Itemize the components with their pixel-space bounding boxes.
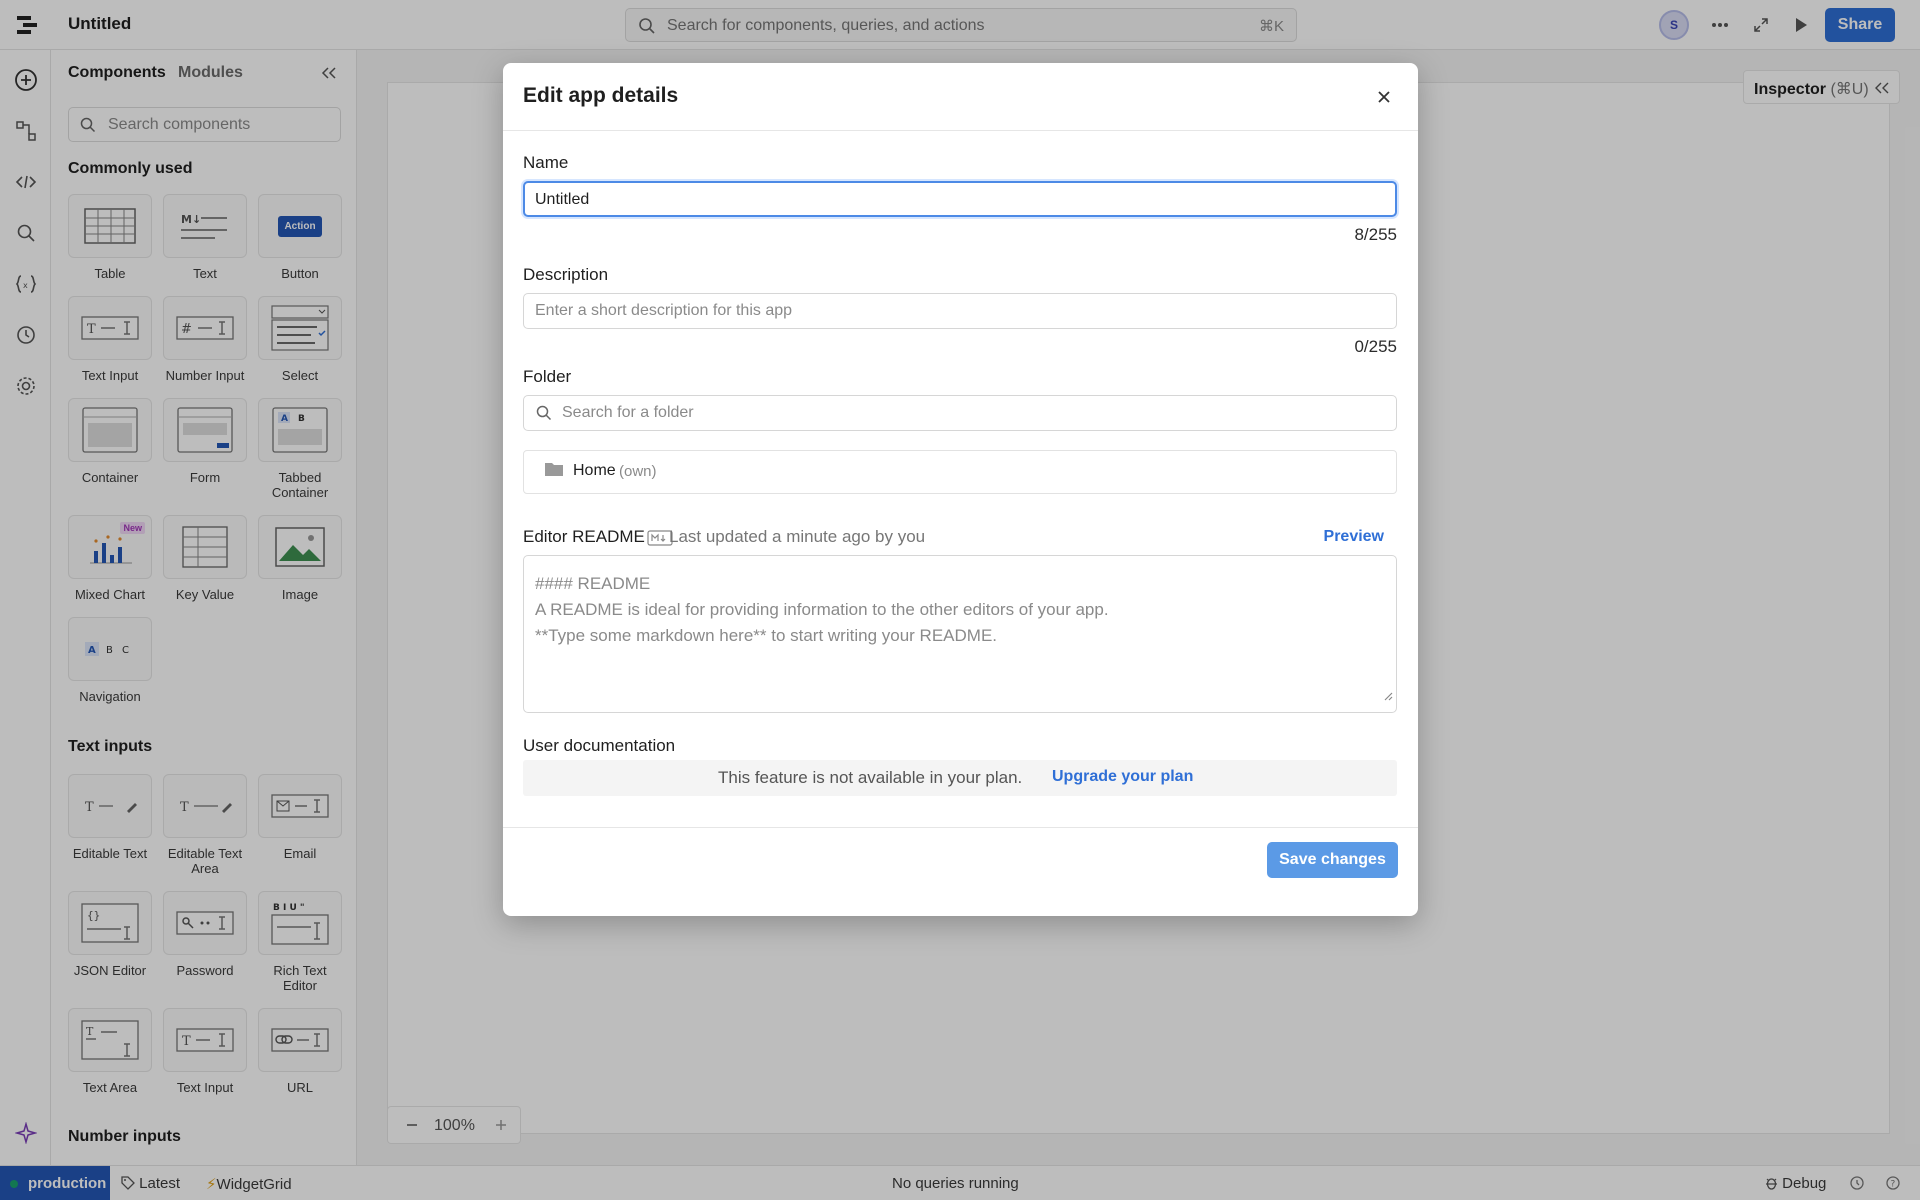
modal-header: Edit app details (503, 63, 1418, 131)
readme-placeholder-line: **Type some markdown here** to start wri… (535, 626, 998, 645)
modal-title: Edit app details (523, 84, 679, 107)
edit-app-details-modal: Edit app details Name Untitled 8/255 Des… (503, 63, 1418, 916)
close-icon[interactable] (1372, 85, 1396, 109)
name-label: Name (523, 153, 569, 172)
readme-textarea[interactable]: #### README A README is ideal for provid… (523, 555, 1397, 713)
plan-notice: This feature is not available in your pl… (523, 760, 1397, 796)
modal-footer: Save changes (503, 827, 1418, 916)
folder-search-placeholder: Search for a folder (562, 404, 694, 421)
folder-icon (544, 461, 564, 482)
description-input[interactable]: Enter a short description for this app (523, 293, 1397, 329)
plan-message: This feature is not available in your pl… (718, 768, 1023, 787)
name-char-counter: 8/255 (1354, 225, 1397, 244)
folder-owner-tag: (own) (619, 463, 657, 480)
preview-button[interactable]: Preview (1324, 528, 1384, 546)
folder-item-home[interactable]: Home (573, 462, 616, 480)
readme-placeholder-line: #### README (535, 574, 651, 593)
description-char-counter: 0/255 (1354, 337, 1397, 356)
resize-handle-icon[interactable] (1383, 683, 1393, 709)
readme-placeholder-line: A README is ideal for providing informat… (535, 600, 1109, 619)
name-value: Untitled (535, 191, 590, 208)
description-placeholder: Enter a short description for this app (535, 302, 793, 319)
readme-last-updated: Last updated a minute ago by you (669, 527, 926, 546)
save-changes-button[interactable]: Save changes (1267, 842, 1398, 878)
folder-list: Home (own) (523, 450, 1397, 494)
editor-readme-label: Editor README (523, 527, 645, 546)
folder-search-input[interactable]: Search for a folder (523, 395, 1397, 431)
search-icon (536, 405, 552, 426)
name-input[interactable]: Untitled (523, 181, 1397, 217)
description-label: Description (523, 265, 609, 284)
folder-label: Folder (523, 367, 572, 386)
user-documentation-label: User documentation (523, 736, 676, 755)
upgrade-plan-link[interactable]: Upgrade your plan (1052, 768, 1193, 786)
